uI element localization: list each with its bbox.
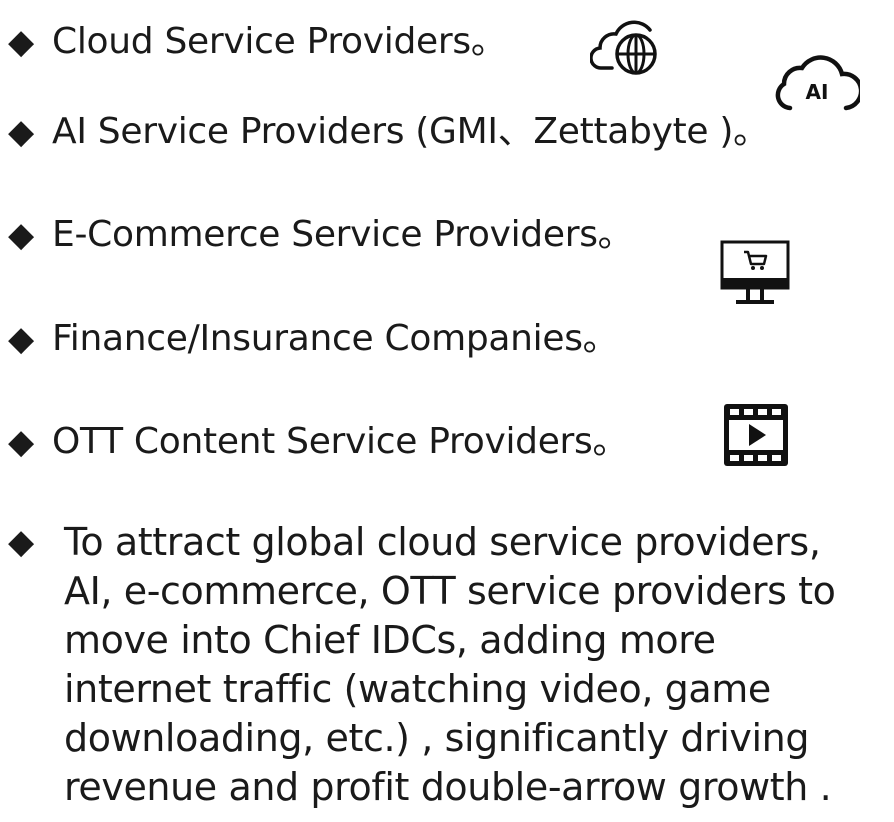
diamond-bullet: ◆: [8, 422, 34, 462]
summary-line: AI, e-commerce, OTT service providers to: [64, 569, 836, 613]
list-item-ai: ◆ AI Service Providers (GMI、Zettabyte )。: [8, 110, 769, 154]
diamond-bullet: ◆: [8, 112, 34, 152]
summary-text: To attract global cloud service provider…: [64, 518, 836, 812]
list-item-text: AI Service Providers (GMI、Zettabyte )。: [52, 111, 769, 152]
diamond-bullet: ◆: [8, 522, 34, 562]
summary-line: move into Chief IDCs, adding more: [64, 618, 716, 662]
cloud-ai-icon: AI: [775, 55, 860, 111]
summary-line: downloading, etc.) , significantly drivi…: [64, 716, 810, 760]
cloud-ai-icon-text: AI: [806, 80, 829, 104]
list-item-cloud: ◆ Cloud Service Providers。: [8, 20, 507, 64]
list-item-ott: ◆ OTT Content Service Providers。: [8, 420, 629, 464]
video-play-icon: [724, 404, 788, 466]
diamond-bullet: ◆: [8, 319, 34, 359]
summary-line: To attract global cloud service provider…: [64, 520, 821, 564]
list-item-ecommerce: ◆ E-Commerce Service Providers。: [8, 213, 634, 257]
monitor-cart-icon: [720, 240, 790, 304]
list-item-text: E-Commerce Service Providers。: [52, 214, 634, 255]
summary-line: internet traffic (watching video, game: [64, 667, 771, 711]
diamond-bullet: ◆: [8, 215, 34, 255]
list-item-text: OTT Content Service Providers。: [52, 421, 629, 462]
list-item-finance: ◆ Finance/Insurance Companies。: [8, 317, 619, 361]
list-item-text: Cloud Service Providers。: [52, 21, 507, 62]
summary-line: revenue and profit double-arrow growth .: [64, 765, 832, 809]
list-item-text: Finance/Insurance Companies。: [52, 318, 619, 359]
cloud-globe-icon: [590, 20, 657, 75]
diamond-bullet: ◆: [8, 22, 34, 62]
